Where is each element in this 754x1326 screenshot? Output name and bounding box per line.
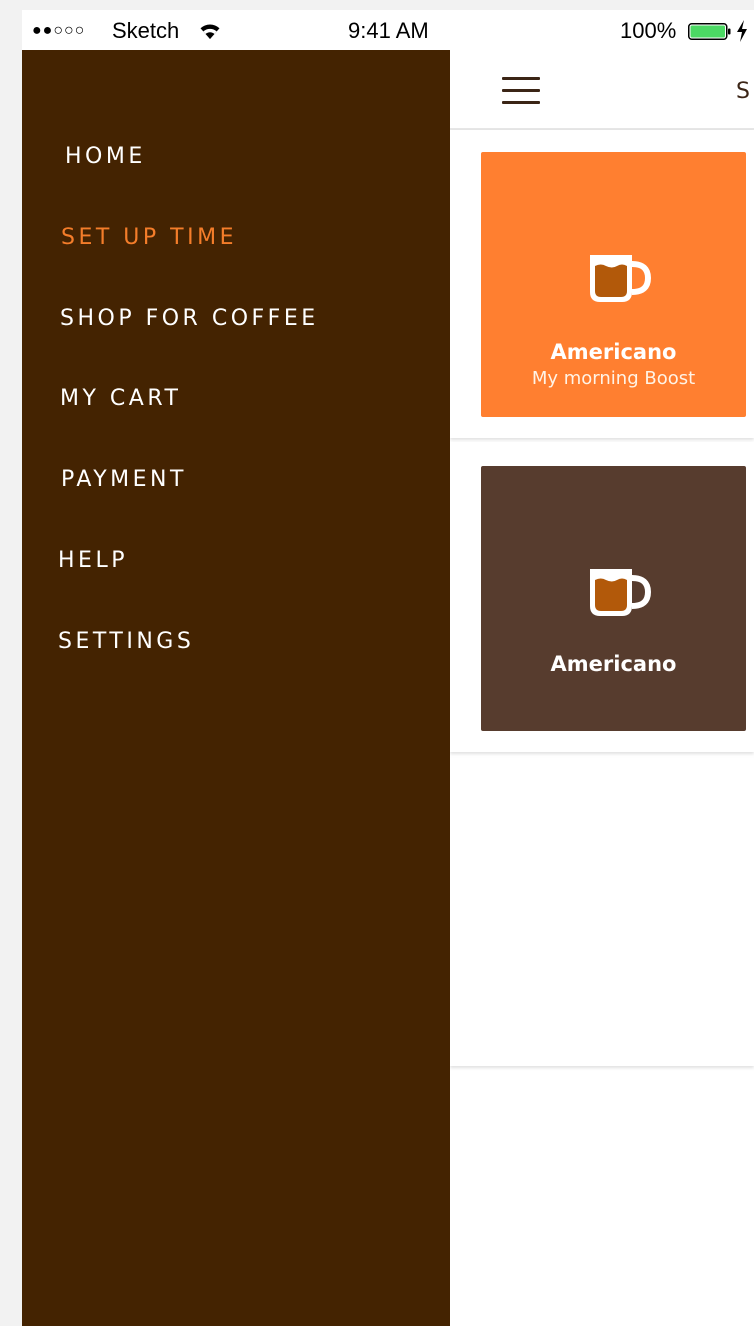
battery-percent: 100%: [620, 18, 677, 43]
menu-item-help[interactable]: HELP: [58, 548, 128, 573]
status-bar: ●●○○○ Sketch 9:41 AM 100%: [22, 10, 754, 50]
empty-card-section: [450, 758, 754, 1066]
wifi-icon: [200, 24, 220, 39]
card-title: Americano: [550, 652, 677, 676]
clock-time: 9:41 AM: [348, 18, 429, 43]
menu-item-settings[interactable]: SETTINGS: [58, 629, 194, 654]
menu-item-set-up-time[interactable]: SET UP TIME: [61, 225, 237, 250]
coffee-card-americano[interactable]: Americano: [481, 466, 746, 731]
hamburger-menu-icon[interactable]: [502, 77, 540, 105]
menu-item-my-cart[interactable]: MY CART: [60, 386, 181, 411]
battery-icon: [688, 23, 731, 40]
coffee-card-americano-morning-boost[interactable]: Americano My morning Boost: [481, 152, 746, 417]
menu-item-payment[interactable]: PAYMENT: [61, 467, 187, 492]
card-title: Americano: [550, 340, 677, 364]
device-frame-top: [0, 0, 754, 10]
charging-bolt-icon: [737, 20, 747, 42]
coffee-cup-icon: [590, 569, 652, 616]
navigation-drawer: HOME SET UP TIME SHOP FOR COFFEE MY CART…: [22, 50, 450, 1326]
device-frame-left: [0, 0, 22, 1326]
favorite-card-section-2: Americano: [450, 442, 754, 752]
favorite-card-section-1: Americano My morning Boost: [450, 130, 754, 438]
top-app-bar: S: [450, 50, 754, 130]
menu-item-shop-for-coffee[interactable]: SHOP FOR COFFEE: [60, 306, 319, 331]
signal-strength-icon: ●●○○○: [32, 22, 86, 39]
page-title: S: [736, 79, 752, 104]
coffee-cup-icon: [590, 255, 652, 302]
menu-item-home[interactable]: HOME: [65, 144, 146, 169]
card-subtitle: My morning Boost: [531, 368, 696, 389]
carrier-name: Sketch: [112, 18, 180, 43]
